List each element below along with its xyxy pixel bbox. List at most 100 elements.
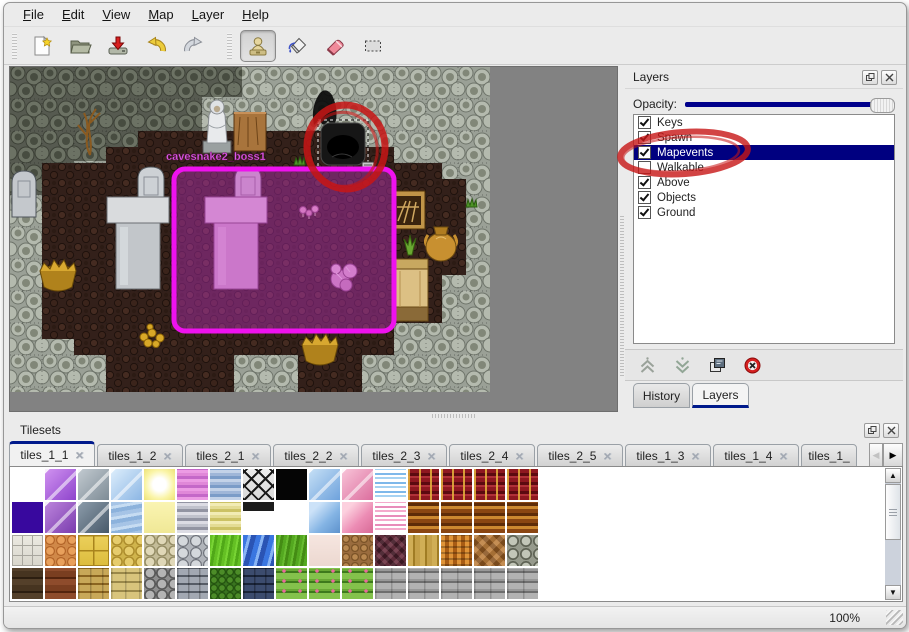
tile-planks-gray[interactable]	[441, 568, 472, 599]
tileset-tab-tiles_1_1[interactable]: tiles_1_1×	[9, 441, 95, 467]
tile-stripes-brown[interactable]	[507, 502, 538, 533]
tab-close-icon[interactable]: ×	[75, 450, 83, 460]
panel-tab-history[interactable]: History	[633, 383, 690, 408]
tile-white[interactable]	[276, 502, 307, 533]
tile-wall-graybrick[interactable]	[177, 568, 208, 599]
opacity-slider-handle[interactable]	[870, 98, 895, 113]
tile-wall-tanbrick[interactable]	[78, 568, 109, 599]
opacity-slider[interactable]	[685, 97, 895, 111]
tile-wall-darkwood[interactable]	[12, 568, 43, 599]
horizontal-splitter[interactable]	[4, 412, 906, 419]
tile-water-blue[interactable]	[243, 535, 274, 566]
fill-tool-button[interactable]	[280, 31, 314, 61]
layer-visibility-checkbox[interactable]	[638, 146, 651, 159]
tile-brick-red[interactable]	[474, 469, 505, 500]
tile-cobble-beige[interactable]	[144, 535, 175, 566]
splitter-grip[interactable]	[620, 216, 624, 376]
layer-row-ground[interactable]: Ground	[634, 205, 894, 220]
tile-planks-gray[interactable]	[474, 568, 505, 599]
tile-brick-navy[interactable]	[243, 568, 274, 599]
tile-grass-rows[interactable]	[309, 568, 340, 599]
tile-wall-sandstone[interactable]	[111, 568, 142, 599]
tileset-tab-tiles_2_2[interactable]: tiles_2_2×	[273, 444, 359, 467]
save-file-button[interactable]	[101, 31, 135, 61]
layer-row-keys[interactable]: Keys	[634, 115, 894, 130]
close-panel-button[interactable]	[881, 70, 897, 85]
tab-close-icon[interactable]: ×	[691, 451, 699, 461]
menu-item-view[interactable]: View	[93, 5, 139, 24]
tile-grass-rows[interactable]	[342, 568, 373, 599]
tile-pale-yellow[interactable]	[144, 502, 175, 533]
tab-close-icon[interactable]: ×	[163, 451, 171, 461]
tab-close-icon[interactable]: ×	[339, 451, 347, 461]
menu-item-map[interactable]: Map	[139, 5, 182, 24]
delete-layer-button[interactable]	[739, 353, 765, 377]
tile-stripes-ltblue[interactable]	[375, 469, 406, 500]
tile-indigo[interactable]	[12, 502, 43, 533]
tile-white[interactable]	[12, 469, 43, 500]
float-panel-button[interactable]	[862, 70, 878, 85]
new-file-button[interactable]	[25, 31, 59, 61]
eraser-tool-button[interactable]	[318, 31, 352, 61]
select-tool-button[interactable]	[356, 31, 390, 61]
tileset-tab-tiles_1_4[interactable]: tiles_1_4×	[713, 444, 799, 467]
tile-dirt-pebble[interactable]	[342, 535, 373, 566]
tile-stripes-pink[interactable]	[177, 469, 208, 500]
tile-crystal-purple[interactable]	[45, 469, 76, 500]
tile-grass-bright[interactable]	[210, 535, 241, 566]
menu-item-edit[interactable]: Edit	[53, 5, 93, 24]
menu-item-layer[interactable]: Layer	[183, 5, 234, 24]
tab-close-icon[interactable]: ×	[779, 451, 787, 461]
tile-brick-red[interactable]	[408, 469, 439, 500]
splitter-grip[interactable]	[432, 414, 476, 418]
tile-path-yellow[interactable]	[111, 535, 142, 566]
float-panel-button[interactable]	[864, 423, 880, 438]
open-file-button[interactable]	[63, 31, 97, 61]
tile-grass-rows[interactable]	[276, 568, 307, 599]
tile-water-light[interactable]	[111, 502, 142, 533]
stamp-tool-button[interactable]	[240, 30, 276, 62]
redo-button[interactable]	[177, 31, 211, 61]
layer-visibility-checkbox[interactable]	[638, 176, 651, 189]
tile-tile-pink[interactable]	[342, 502, 373, 533]
tile-wall-cobble[interactable]	[144, 568, 175, 599]
tile-sand-pink[interactable]	[309, 535, 340, 566]
tile-grass-mid[interactable]	[276, 535, 307, 566]
layer-row-mapevents[interactable]: Mapevents	[634, 145, 894, 160]
layer-row-objects[interactable]: Objects	[634, 190, 894, 205]
tileset-content[interactable]: ▲ ▼	[9, 466, 903, 602]
panel-tab-layers[interactable]: Layers	[692, 383, 749, 408]
tile-planks-gray[interactable]	[408, 568, 439, 599]
tab-close-icon[interactable]: ×	[515, 451, 523, 461]
undo-button[interactable]	[139, 31, 173, 61]
tile-hedge[interactable]	[210, 568, 241, 599]
menu-item-file[interactable]: File	[14, 5, 53, 24]
tile-wall-redbrown[interactable]	[45, 568, 76, 599]
resize-grip[interactable]	[886, 610, 903, 625]
tileset-tab-tiles_2_1[interactable]: tiles_2_1×	[185, 444, 271, 467]
tile-planks-tan-v[interactable]	[408, 535, 439, 566]
tile-planks-gray[interactable]	[507, 568, 538, 599]
tile-herringbone[interactable]	[474, 535, 505, 566]
tileset-tab-tiles_2_3[interactable]: tiles_2_3×	[361, 444, 447, 467]
tile-stripes-gray[interactable]	[177, 502, 208, 533]
tile-weave-orange[interactable]	[441, 535, 472, 566]
tile-crystal-ice[interactable]	[111, 469, 142, 500]
tile-planks-gray[interactable]	[375, 568, 406, 599]
tileset-scrollbar[interactable]: ▲ ▼	[885, 468, 901, 600]
tile-logs-end[interactable]	[507, 535, 538, 566]
tile-plank-dark[interactable]	[243, 502, 274, 533]
tile-crystal-gray[interactable]	[78, 469, 109, 500]
tile-crystal-purple2[interactable]	[45, 502, 76, 533]
tile-crystal-pink[interactable]	[342, 469, 373, 500]
scroll-down-button[interactable]: ▼	[885, 585, 901, 600]
tile-cobble-orange[interactable]	[45, 535, 76, 566]
tab-close-icon[interactable]: ×	[251, 451, 259, 461]
toolbar-grip[interactable]	[227, 33, 232, 59]
event-region-selection[interactable]	[174, 169, 394, 331]
layer-row-spawn[interactable]: Spawn	[634, 130, 894, 145]
opacity-slider-track[interactable]	[685, 102, 895, 107]
layer-visibility-checkbox[interactable]	[638, 116, 651, 129]
tile-stripes-bluegray[interactable]	[210, 469, 241, 500]
tab-scroll-left-button[interactable]: ◀	[869, 443, 883, 467]
